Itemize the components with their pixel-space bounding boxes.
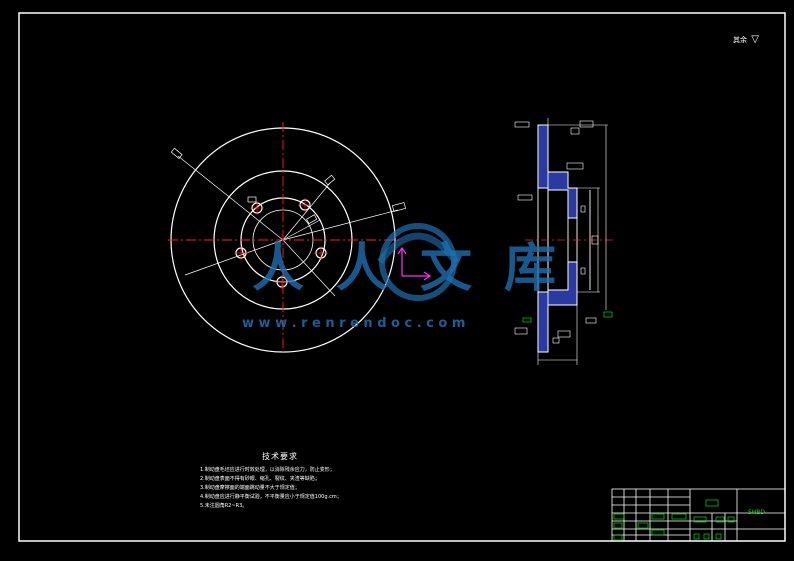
tech-requirement-item: 2.制动盘表面不得有砂眼、缩孔、裂纹、夹渣等缺陷； xyxy=(200,476,320,482)
tech-requirement-item: 5.未注圆角R2~R3。 xyxy=(200,503,248,509)
watermark-url: w w w . r e n r e n d o c . c o m xyxy=(242,316,466,331)
tech-requirement-item: 3.制动盘摩擦面的端面跳动量不大于规定值； xyxy=(200,485,300,491)
drawing-canvas: 其余 ▽ 人人文库 w w w . r e n r e n d o c . c … xyxy=(0,0,794,561)
watermark-text: 人人文库 xyxy=(252,239,589,299)
drawing-code: SHBD xyxy=(748,509,766,516)
title-block-annotations xyxy=(613,499,735,541)
roughness-symbol-icon: ▽ xyxy=(751,34,759,45)
tech-requirement-item: 1.制动盘毛坯应进行时效处理，以消除残余应力，防止变形； xyxy=(200,467,335,473)
tech-requirements: 技术要求 1.制动盘毛坯应进行时效处理，以消除残余应力，防止变形； 2.制动盘表… xyxy=(200,451,342,511)
roughness-note: 其余 ▽ xyxy=(733,34,759,45)
section-annotations xyxy=(522,311,613,323)
tech-requirement-item: 4.制动盘应进行静平衡试验，不平衡量应小于规定值100g.cm； xyxy=(200,494,342,500)
tech-requirements-title: 技术要求 xyxy=(262,452,298,461)
dimension-tags xyxy=(170,147,407,225)
roughness-label: 其余 xyxy=(733,36,747,44)
